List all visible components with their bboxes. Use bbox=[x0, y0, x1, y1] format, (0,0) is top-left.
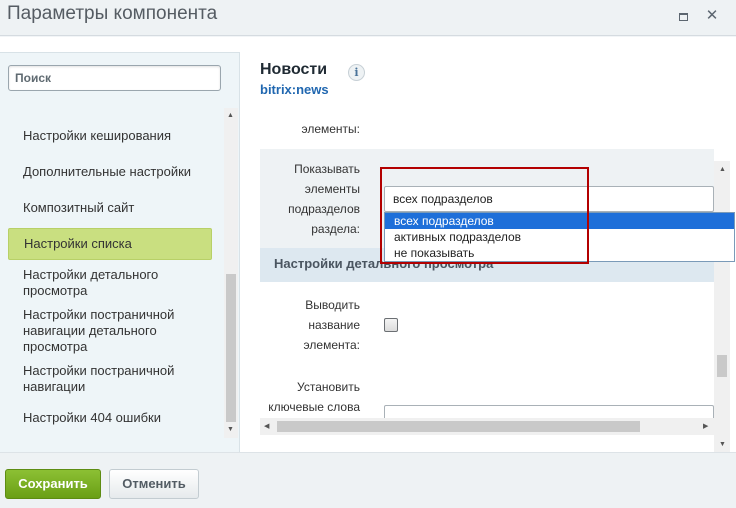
title-bar: Параметры компонента ✕ bbox=[0, 0, 736, 36]
prev-field-label: элементы: bbox=[301, 123, 360, 136]
dialog-title: Параметры компонента bbox=[7, 3, 218, 24]
component-settings-dialog: Параметры компонента ✕ Настройки шаблона… bbox=[0, 0, 736, 508]
dropdown-option-all[interactable]: всех подразделов bbox=[385, 213, 734, 229]
sidebar-item-additional[interactable]: Дополнительные настройки bbox=[8, 164, 212, 180]
sidebar-item-list-settings[interactable]: Настройки списка bbox=[8, 228, 212, 260]
component-name: Новости bbox=[260, 61, 328, 78]
sidebar-item-404[interactable]: Настройки 404 ошибки bbox=[8, 410, 212, 426]
content-hscrollbar[interactable]: ◀ ▶ bbox=[260, 418, 714, 435]
hscroll-thumb[interactable] bbox=[277, 421, 640, 432]
scroll-thumb[interactable] bbox=[717, 355, 727, 377]
scroll-left-icon[interactable]: ◀ bbox=[264, 422, 269, 430]
scroll-right-icon[interactable]: ▶ bbox=[703, 422, 708, 430]
subsection-dropdown-list[interactable]: всех подразделов активных подразделов не… bbox=[384, 212, 735, 262]
set-keywords-label: Установить ключевые слова bbox=[268, 380, 360, 414]
sidebar-item-caching[interactable]: Настройки кеширования bbox=[8, 128, 212, 144]
show-element-name-label: Выводить название элемента: bbox=[303, 298, 360, 352]
show-element-name-checkbox[interactable] bbox=[384, 318, 398, 332]
cancel-button[interactable]: Отменить bbox=[109, 469, 199, 499]
sidebar: Настройки шаблона Настройки кеширования … bbox=[0, 52, 240, 475]
sidebar-item-partial[interactable]: Настройки шаблона bbox=[8, 108, 212, 110]
maximize-button[interactable] bbox=[673, 6, 693, 26]
sidebar-item-detail-pagination[interactable]: Настройки постраничной навигации детальн… bbox=[8, 307, 212, 355]
component-code: bitrix:news bbox=[260, 82, 329, 97]
sidebar-scrollbar[interactable]: ▲ ▼ bbox=[224, 108, 238, 438]
dropdown-option-active[interactable]: активных подразделов bbox=[385, 229, 734, 245]
sidebar-nav: Настройки шаблона Настройки кеширования … bbox=[0, 108, 226, 438]
set-keywords-select[interactable] bbox=[384, 405, 714, 419]
scroll-corner bbox=[714, 418, 730, 435]
save-button[interactable]: Сохранить bbox=[5, 469, 101, 499]
dropdown-option-hide[interactable]: не показывать bbox=[385, 245, 734, 261]
dialog-footer: Сохранить Отменить bbox=[0, 452, 736, 508]
scroll-down-icon[interactable]: ▼ bbox=[227, 426, 234, 433]
sidebar-item-composite[interactable]: Композитный сайт bbox=[8, 200, 212, 216]
info-icon[interactable]: i bbox=[348, 64, 365, 81]
maximize-icon bbox=[678, 13, 688, 22]
scroll-down-icon[interactable]: ▼ bbox=[719, 441, 726, 448]
scroll-up-icon[interactable]: ▲ bbox=[719, 166, 726, 173]
show-subsection-select[interactable]: всех подразделов bbox=[384, 186, 714, 212]
scroll-up-icon[interactable]: ▲ bbox=[227, 112, 234, 119]
content-scrollbar[interactable]: ▲ ▼ bbox=[714, 161, 730, 453]
scroll-thumb[interactable] bbox=[226, 274, 236, 422]
settings-form: элементы: Показывать элементы подраздело… bbox=[260, 123, 714, 419]
sidebar-item-pagination[interactable]: Настройки постраничной навигации bbox=[8, 363, 212, 395]
search-input[interactable] bbox=[8, 65, 221, 91]
close-icon[interactable]: ✕ bbox=[702, 6, 722, 26]
sidebar-item-detail-view[interactable]: Настройки детального просмотра bbox=[8, 267, 212, 299]
show-subsection-label: Показывать элементы подразделов раздела: bbox=[288, 162, 360, 236]
